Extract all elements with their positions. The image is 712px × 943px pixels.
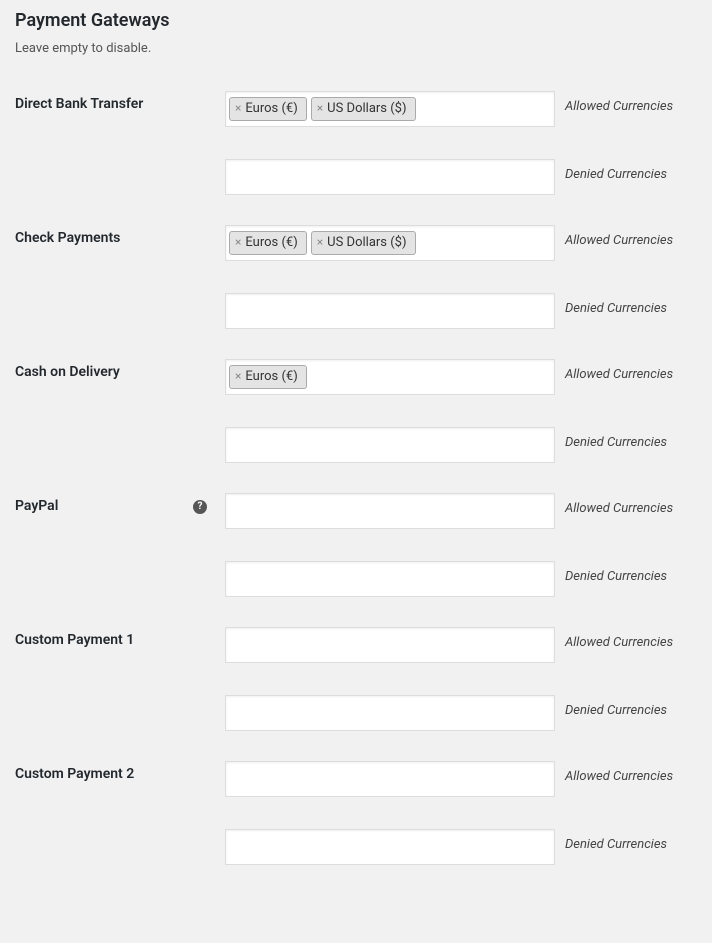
currency-input-direct-bank-transfer-allowed[interactable]: ×Euros (€)×US Dollars ($) [225, 91, 555, 127]
remove-tag-icon[interactable]: × [235, 235, 241, 251]
gateway-label: Direct Bank Transfer [15, 76, 215, 210]
gateway-fields: Allowed Currencies Denied Currencies [215, 612, 697, 746]
gateways-table: Direct Bank Transfer×Euros (€)×US Dollar… [15, 76, 697, 880]
denied-row: Denied Currencies [225, 427, 687, 463]
currency-input-custom-payment-2-allowed[interactable] [225, 761, 555, 797]
gateway-row-check-payments: Check Payments×Euros (€)×US Dollars ($)A… [15, 210, 697, 344]
currency-input-direct-bank-transfer-denied[interactable] [225, 159, 555, 195]
allowed-row: ×Euros (€)×US Dollars ($)Allowed Currenc… [225, 225, 687, 261]
remove-tag-icon[interactable]: × [317, 235, 323, 251]
currency-tag-label: Euros (€) [245, 235, 297, 252]
allowed-currencies-label: Allowed Currencies [565, 225, 673, 248]
allowed-row: Allowed Currencies [225, 627, 687, 663]
gateway-label-text: Direct Bank Transfer [15, 96, 143, 112]
gateway-label-text: Custom Payment 2 [15, 766, 134, 782]
denied-row: Denied Currencies [225, 561, 687, 597]
denied-currencies-label: Denied Currencies [565, 829, 667, 852]
currency-tag: ×US Dollars ($) [311, 231, 416, 256]
currency-tag: ×Euros (€) [229, 231, 307, 256]
currency-tag-label: Euros (€) [245, 369, 297, 386]
allowed-row: ×Euros (€)×US Dollars ($)Allowed Currenc… [225, 91, 687, 127]
denied-row: Denied Currencies [225, 695, 687, 731]
gateway-label: Custom Payment 1 [15, 612, 215, 746]
denied-row: Denied Currencies [225, 293, 687, 329]
gateway-row-cash-on-delivery: Cash on Delivery ×Euros (€) Allowed Curren… [15, 344, 697, 478]
gateway-row-paypal: PayPal? Allowed Currencies Denied Currenci… [15, 478, 697, 612]
gateway-fields: ×Euros (€)×US Dollars ($)Allowed Currenc… [215, 76, 697, 210]
allowed-row: Allowed Currencies [225, 761, 687, 797]
currency-input-custom-payment-1-allowed[interactable] [225, 627, 555, 663]
denied-currencies-label: Denied Currencies [565, 159, 667, 182]
currency-input-cash-on-delivery-denied[interactable] [225, 427, 555, 463]
gateway-label-text: PayPal [15, 498, 58, 514]
page-subtitle: Leave empty to disable. [15, 41, 697, 56]
currency-input-paypal-denied[interactable] [225, 561, 555, 597]
gateway-row-direct-bank-transfer: Direct Bank Transfer×Euros (€)×US Dollar… [15, 76, 697, 210]
page-heading: Payment Gateways [15, 10, 697, 31]
currency-input-custom-payment-1-denied[interactable] [225, 695, 555, 731]
gateway-label: PayPal? [15, 478, 215, 612]
remove-tag-icon[interactable]: × [317, 101, 323, 117]
allowed-currencies-label: Allowed Currencies [565, 493, 673, 516]
currency-input-check-payments-denied[interactable] [225, 293, 555, 329]
gateway-label: Check Payments [15, 210, 215, 344]
remove-tag-icon[interactable]: × [235, 101, 241, 117]
allowed-currencies-label: Allowed Currencies [565, 359, 673, 382]
denied-row: Denied Currencies [225, 829, 687, 865]
allowed-currencies-label: Allowed Currencies [565, 91, 673, 114]
gateway-fields: Allowed Currencies Denied Currencies [215, 746, 697, 880]
denied-row: Denied Currencies [225, 159, 687, 195]
currency-tag: ×Euros (€) [229, 97, 307, 122]
currency-tag-label: US Dollars ($) [327, 101, 406, 118]
gateway-fields: ×Euros (€) Allowed Currencies Denied Curre… [215, 344, 697, 478]
gateway-label-text: Cash on Delivery [15, 364, 120, 380]
remove-tag-icon[interactable]: × [235, 369, 241, 385]
denied-currencies-label: Denied Currencies [565, 427, 667, 450]
gateway-row-custom-payment-1: Custom Payment 1 Allowed Currencies Denied… [15, 612, 697, 746]
allowed-row: ×Euros (€) Allowed Currencies [225, 359, 687, 395]
currency-tag-label: US Dollars ($) [327, 235, 406, 252]
currency-tag: ×US Dollars ($) [311, 97, 416, 122]
gateway-label-text: Check Payments [15, 230, 120, 246]
gateway-label: Cash on Delivery [15, 344, 215, 478]
currency-tag: ×Euros (€) [229, 365, 307, 390]
allowed-currencies-label: Allowed Currencies [565, 761, 673, 784]
denied-currencies-label: Denied Currencies [565, 695, 667, 718]
currency-tag-label: Euros (€) [245, 101, 297, 118]
gateway-fields: ×Euros (€)×US Dollars ($)Allowed Currenc… [215, 210, 697, 344]
allowed-currencies-label: Allowed Currencies [565, 627, 673, 650]
gateway-label-text: Custom Payment 1 [15, 632, 134, 648]
denied-currencies-label: Denied Currencies [565, 561, 667, 584]
denied-currencies-label: Denied Currencies [565, 293, 667, 316]
gateway-label: Custom Payment 2 [15, 746, 215, 880]
gateway-row-custom-payment-2: Custom Payment 2 Allowed Currencies Denied… [15, 746, 697, 880]
currency-input-paypal-allowed[interactable] [225, 493, 555, 529]
gateway-fields: Allowed Currencies Denied Currencies [215, 478, 697, 612]
currency-input-check-payments-allowed[interactable]: ×Euros (€)×US Dollars ($) [225, 225, 555, 261]
currency-input-cash-on-delivery-allowed[interactable]: ×Euros (€) [225, 359, 555, 395]
allowed-row: Allowed Currencies [225, 493, 687, 529]
help-icon[interactable]: ? [193, 500, 207, 514]
currency-input-custom-payment-2-denied[interactable] [225, 829, 555, 865]
